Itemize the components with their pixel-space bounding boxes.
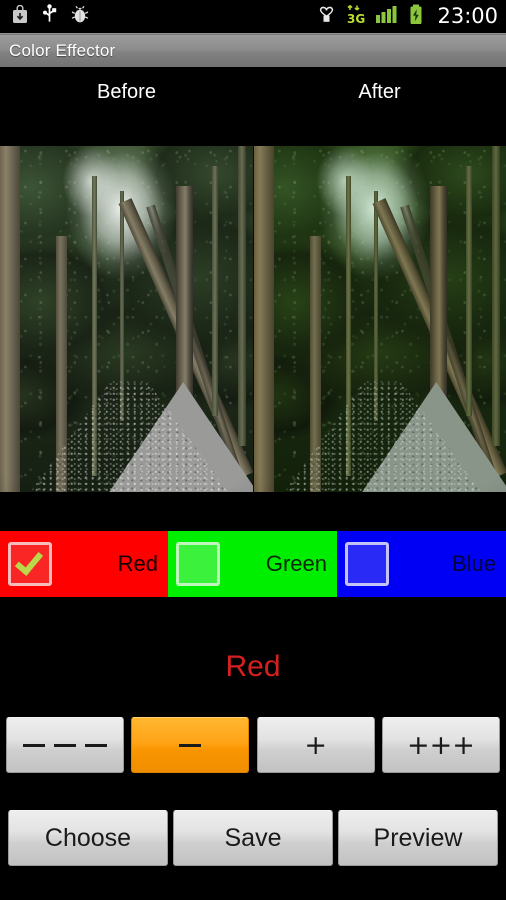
- image-vignette: [254, 146, 506, 492]
- image-vignette: [0, 146, 253, 492]
- single-dash-icon: [179, 743, 202, 747]
- choose-button[interactable]: Choose: [8, 810, 168, 866]
- blue-checkbox[interactable]: [345, 542, 389, 586]
- single-plus-icon: +: [304, 729, 327, 761]
- after-label: After: [358, 81, 401, 103]
- page-title: Color Effector: [9, 41, 116, 60]
- signal-bars-icon: [376, 5, 398, 29]
- triple-dash-icon: [23, 743, 107, 747]
- download-icon: [12, 4, 28, 29]
- decrease-large-button[interactable]: [6, 717, 124, 773]
- preview-button-label: Preview: [373, 823, 463, 852]
- before-image[interactable]: [0, 146, 253, 492]
- before-header: Before: [0, 71, 253, 145]
- after-header: After: [253, 71, 506, 145]
- red-checkbox[interactable]: [8, 542, 52, 586]
- current-channel-label: Red: [225, 650, 281, 683]
- channel-option-blue[interactable]: Blue: [337, 531, 506, 597]
- preview-headers: Before After: [0, 71, 506, 145]
- green-label: Green: [265, 551, 327, 576]
- increase-small-button[interactable]: +: [256, 717, 375, 773]
- increase-large-button[interactable]: +++: [381, 717, 500, 773]
- preview-images: [0, 146, 506, 492]
- status-bar-left-icons: [12, 4, 89, 29]
- app-title-bar: Color Effector: [0, 35, 506, 69]
- adjust-button-row: + +++: [0, 717, 506, 773]
- rgb-channel-selector: Red Green Blue: [0, 531, 506, 597]
- choose-button-label: Choose: [44, 823, 132, 852]
- checkmark-icon: [14, 545, 44, 576]
- channel-option-red[interactable]: Red: [0, 531, 168, 597]
- blue-label: Blue: [451, 551, 496, 576]
- action-button-row: Choose Save Preview: [0, 810, 506, 866]
- decrease-small-button[interactable]: [131, 717, 250, 773]
- save-button[interactable]: Save: [173, 810, 333, 866]
- status-bar-right-icons: 3G 23:00: [318, 4, 498, 30]
- preview-button[interactable]: Preview: [338, 810, 498, 866]
- save-button-label: Save: [224, 823, 282, 852]
- battery-charging-icon: [409, 4, 423, 30]
- adb-debug-bug-icon: [71, 5, 89, 29]
- svg-text:3G: 3G: [347, 12, 365, 25]
- triple-plus-icon: +++: [407, 729, 475, 761]
- alarm-heart-icon: [318, 4, 335, 29]
- before-label: Before: [97, 81, 156, 103]
- status-bar: 3G 23:00: [0, 0, 506, 33]
- green-checkbox[interactable]: [176, 542, 220, 586]
- app-screen: 3G 23:00 Color Effector Before After Red…: [0, 0, 506, 900]
- red-label: Red: [117, 551, 158, 576]
- after-image[interactable]: [253, 146, 506, 492]
- status-bar-clock: 23:00: [437, 4, 498, 28]
- channel-option-green[interactable]: Green: [168, 531, 337, 597]
- usb-icon: [42, 4, 57, 29]
- network-3g-icon: 3G: [346, 4, 366, 30]
